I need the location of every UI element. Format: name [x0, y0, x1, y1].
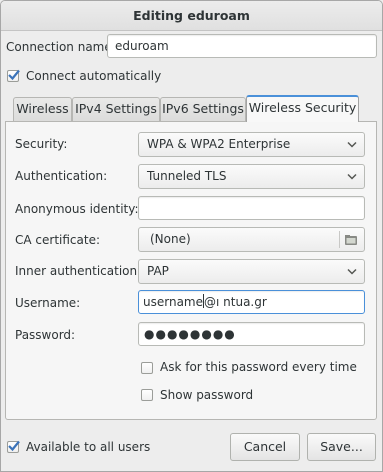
ask-password-checkbox[interactable] [141, 362, 153, 374]
ask-password-label: Ask for this password every time [160, 360, 357, 374]
cancel-button[interactable]: Cancel [230, 433, 300, 461]
security-combo[interactable]: WPA & WPA2 Enterprise [138, 132, 365, 157]
security-combo-value: WPA & WPA2 Enterprise [147, 137, 291, 151]
inner-authentication-combo-value: PAP [147, 264, 169, 278]
checkmark-icon [8, 440, 20, 452]
save-button[interactable]: Save... [307, 433, 376, 461]
connection-name-input[interactable]: eduroam [107, 34, 377, 58]
ca-certificate-label: CA certificate: [15, 233, 100, 247]
tab-ipv6-settings[interactable]: IPv6 Settings [160, 97, 246, 121]
show-password-checkbox[interactable] [141, 389, 153, 401]
folder-icon [345, 235, 357, 245]
username-text-after-caret: @ı ntua.gr [204, 295, 267, 309]
tab-wireless-security[interactable]: Wireless Security [246, 95, 359, 122]
authentication-label: Authentication: [15, 169, 108, 183]
password-input[interactable]: ●●●●●●●● [138, 322, 365, 346]
username-label: Username: [15, 296, 81, 310]
tab-ipv4-settings[interactable]: IPv4 Settings [72, 97, 160, 121]
password-label: Password: [15, 328, 76, 342]
username-input[interactable]: username@ı ntua.gr [138, 290, 365, 314]
file-chooser-separator [339, 231, 340, 248]
tab-wireless[interactable]: Wireless [13, 97, 72, 121]
ca-certificate-value: (None) [150, 232, 191, 246]
inner-authentication-combo[interactable]: PAP [138, 259, 365, 284]
chevron-down-icon [347, 173, 357, 180]
anonymous-identity-label: Anonymous identity: [15, 202, 139, 216]
authentication-combo[interactable]: Tunneled TLS [138, 164, 365, 189]
show-password-label: Show password [160, 388, 254, 402]
chevron-down-icon [347, 141, 357, 148]
connect-automatically-checkbox[interactable] [7, 69, 20, 82]
username-text-before-caret: username [143, 295, 203, 309]
ca-certificate-file-chooser[interactable]: (None) [138, 227, 365, 252]
authentication-combo-value: Tunneled TLS [147, 169, 227, 183]
connect-automatically-label: Connect automatically [26, 69, 162, 83]
available-to-all-users-checkbox[interactable] [7, 440, 20, 453]
checkmark-icon [8, 69, 20, 81]
security-label: Security: [15, 137, 68, 151]
anonymous-identity-input[interactable] [138, 196, 365, 220]
inner-authentication-label: Inner authentication: [15, 264, 142, 278]
editing-connection-dialog: Editing eduroam Connection name: eduroam… [0, 0, 383, 472]
connection-name-label: Connection name: [6, 40, 116, 54]
available-to-all-users-label: Available to all users [26, 440, 151, 454]
window-title: Editing eduroam [1, 1, 382, 31]
chevron-down-icon [347, 268, 357, 275]
